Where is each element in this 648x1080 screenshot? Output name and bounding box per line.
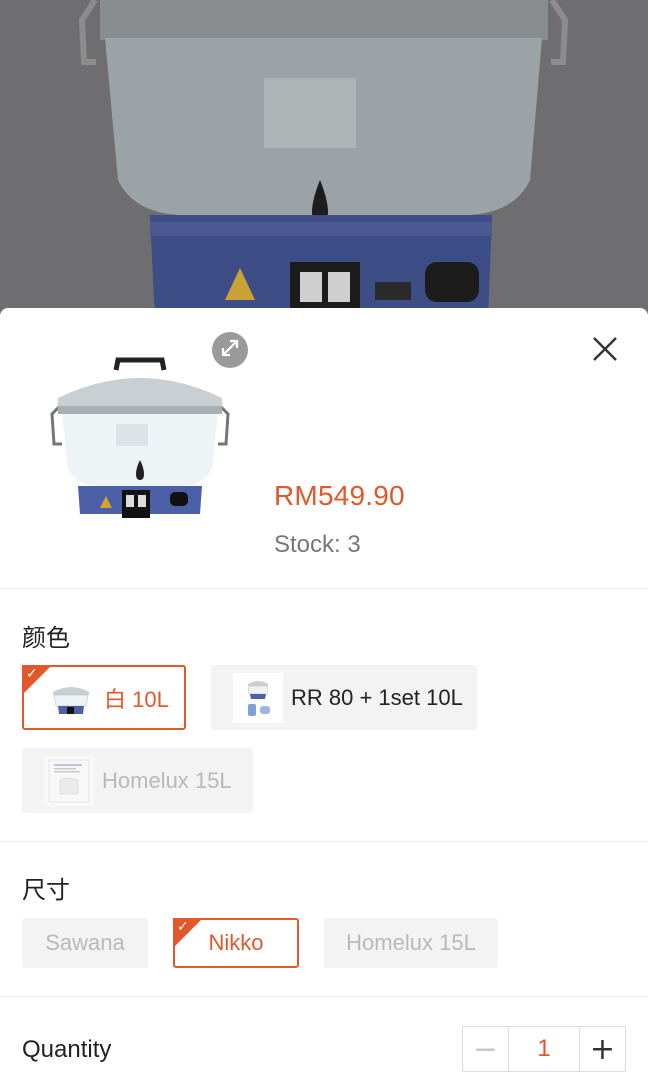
size-option-sawana[interactable]: Sawana (22, 918, 148, 968)
variant-selector-sheet: RM549.90 Stock: 3 颜色 ✓ 白 10L RR 80 + 1se… (0, 308, 648, 1080)
quantity-label: Quantity (22, 1036, 112, 1063)
divider (0, 841, 648, 842)
size-option-homelux-15l[interactable]: Homelux 15L (324, 918, 498, 968)
size-option-label: Nikko (208, 930, 264, 955)
minus-icon: − (472, 1031, 499, 1067)
color-option-label: Homelux 15L (102, 767, 232, 793)
size-option-nikko[interactable]: ✓ Nikko (173, 918, 299, 968)
color-section-title: 颜色 (22, 625, 70, 652)
option-thumbnail (233, 672, 283, 723)
divider (0, 588, 648, 589)
plus-icon: + (589, 1031, 616, 1067)
color-option-homelux-15l[interactable]: Homelux 15L (22, 748, 253, 813)
check-icon: ✓ (26, 666, 38, 682)
color-option-label: 白 10L (104, 686, 169, 712)
quantity-stepper: − 1 + (462, 1026, 626, 1072)
product-hero-image (0, 0, 648, 330)
product-thumbnail[interactable] (40, 348, 240, 538)
quantity-input[interactable]: 1 (508, 1027, 580, 1071)
stock-count: Stock: 3 (274, 531, 361, 558)
expand-image-button[interactable] (212, 332, 248, 368)
size-option-label: Homelux 15L (346, 930, 476, 955)
option-thumbnail (44, 755, 94, 806)
increase-quantity-button[interactable]: + (580, 1027, 625, 1071)
close-button[interactable] (584, 330, 626, 372)
expand-icon (219, 337, 241, 364)
color-option-label: RR 80 + 1set 10L (291, 684, 463, 710)
decrease-quantity-button[interactable]: − (463, 1027, 508, 1071)
close-icon (591, 335, 619, 368)
check-icon: ✓ (177, 919, 189, 935)
size-option-label: Sawana (45, 930, 125, 955)
color-option-white-10l[interactable]: ✓ 白 10L (22, 665, 186, 730)
divider (0, 996, 648, 997)
option-thumbnail (46, 672, 96, 723)
size-section-title: 尺寸 (22, 877, 70, 904)
color-option-rr80-set[interactable]: RR 80 + 1set 10L (211, 665, 477, 730)
product-price: RM549.90 (274, 480, 405, 511)
